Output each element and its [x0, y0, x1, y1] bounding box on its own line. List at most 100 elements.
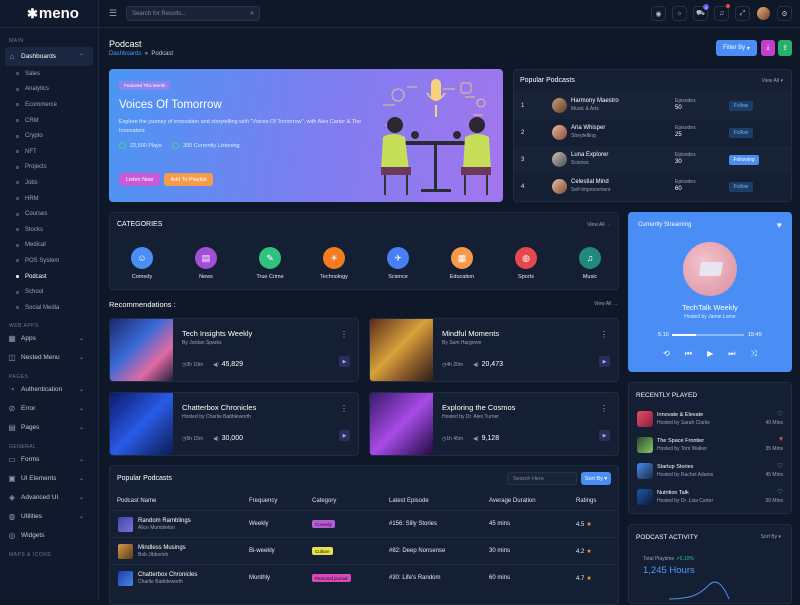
table-row[interactable]: Random Ramblings Alice Mumbleton Weekly Com…	[110, 510, 618, 537]
play-button[interactable]: ▶	[339, 356, 350, 367]
follow-button[interactable]: Follow	[729, 127, 753, 138]
sidebar-subitem-nft[interactable]: NFT	[0, 144, 98, 160]
heart-icon[interactable]: ♥	[779, 436, 783, 443]
filter-by-button[interactable]: Filter By ▾	[716, 40, 757, 56]
more-options-icon[interactable]: ⋮	[600, 330, 608, 339]
recently-played-item[interactable]: Innovate & Elevate Hosted by Sarah Clarke…	[629, 408, 791, 434]
sidebar-subitem-jobs[interactable]: Jobs	[0, 175, 98, 191]
table-search-input[interactable]: Search Here	[507, 472, 577, 485]
sidebar-subitem-sales[interactable]: Sales	[0, 66, 98, 82]
recommendations-view-all[interactable]: View All →	[594, 301, 618, 307]
shuffle-icon[interactable]: ⤨	[750, 349, 756, 359]
heart-icon[interactable]: ♡	[777, 410, 783, 418]
categories-view-all[interactable]: View All →	[587, 222, 611, 228]
play-icon[interactable]: ▶	[707, 349, 713, 359]
progress-track[interactable]	[672, 334, 744, 336]
more-options-icon[interactable]: ⋮	[340, 404, 348, 413]
add-to-playlist-button[interactable]: Add To Playlist	[164, 173, 213, 186]
recently-played-item[interactable]: The Space Frontier Hosted by Tom Walker 35…	[629, 434, 791, 460]
sidebar-subitem-crypto[interactable]: Crypto	[0, 128, 98, 144]
sidebar-subitem-courses[interactable]: Courses	[0, 206, 98, 222]
activity-sort-button[interactable]: Sort By ▾	[761, 534, 781, 540]
cart-icon[interactable]: ⛟ 4	[693, 4, 709, 21]
previous-icon[interactable]: ⏮	[685, 349, 692, 359]
sidebar-item-advanced-ui[interactable]: ◈ Advanced UI ⌄	[0, 488, 98, 507]
sidebar-item-apps[interactable]: ▦ Apps ⌄	[0, 329, 98, 348]
notification-bell-icon[interactable]: ♫	[714, 4, 730, 21]
sidebar-subitem-analytics[interactable]: Analytics	[0, 82, 98, 98]
recommendation-card[interactable]: Exploring the Cosmos Hosted by Dr. Alex T…	[369, 392, 619, 456]
app-logo[interactable]: ✱ meno	[0, 0, 98, 28]
sidebar-subitem-social-media[interactable]: Social Media	[0, 300, 98, 316]
podcaster-name[interactable]: Aria Whisper	[571, 125, 605, 131]
breadcrumb-link[interactable]: Dashboards	[109, 51, 141, 57]
sidebar-item-error[interactable]: ⊘ Error ⌄	[0, 399, 98, 418]
recommendation-card[interactable]: Chatterbox Chronicles Hosted by Charlie B…	[109, 392, 359, 456]
sidebar-item-widgets[interactable]: ◎ Widgets	[0, 526, 98, 545]
podcaster-name[interactable]: Celestial Mind	[571, 179, 609, 185]
play-button[interactable]: ▶	[599, 430, 610, 441]
sidebar-item-utilities[interactable]: ◍ Utilities ⌄	[0, 507, 98, 526]
heart-icon[interactable]: ♥	[777, 220, 782, 230]
category-music[interactable]: ♫ Music	[570, 247, 610, 280]
listen-now-button[interactable]: Listen Now	[119, 173, 160, 186]
more-options-icon[interactable]: ⋮	[340, 330, 348, 339]
table-row[interactable]: Mindless Musings Bob Jibberish Bi-weekly Cu…	[110, 537, 618, 564]
user-avatar-button[interactable]	[756, 6, 771, 21]
view-all-link[interactable]: View All ▾	[762, 78, 783, 84]
table-row[interactable]: Chatterbox Chronicles Charlie Babbleworth…	[110, 564, 618, 591]
repeat-icon[interactable]: ⟲	[663, 349, 670, 359]
search-input[interactable]: Search for Results... ⌕	[126, 6, 261, 21]
next-icon[interactable]: ⏭	[728, 349, 735, 359]
sidebar-subitem-projects[interactable]: Projects	[0, 160, 98, 176]
menu-toggle-icon[interactable]: ☰	[109, 8, 117, 19]
share-button[interactable]: ⇪	[778, 40, 792, 56]
recently-played-item[interactable]: Nutrition Talk Hosted by Dr. Lisa Carter 5…	[629, 486, 791, 512]
sidebar-subitem-podcast[interactable]: Podcast	[0, 269, 98, 285]
recommendation-card[interactable]: Tech Insights Weekly By Jordan Sparks ◷ 3h…	[109, 318, 359, 382]
play-button[interactable]: ▶	[599, 356, 610, 367]
recommendation-card[interactable]: Mindful Moments By Sam Hargrove ◷ 4h 20m ◀)…	[369, 318, 619, 382]
play-button[interactable]: ▶	[339, 430, 350, 441]
category-education[interactable]: ▦ Education	[442, 247, 482, 280]
sidebar-item-ui-elements[interactable]: ▣ UI Elements ⌄	[0, 469, 98, 488]
category-news[interactable]: ▤ News	[186, 247, 226, 280]
language-icon[interactable]: ◉	[651, 6, 666, 21]
category-science[interactable]: ✈ Science	[378, 247, 418, 280]
category-sports[interactable]: ◍ Sports	[506, 247, 546, 280]
follow-button[interactable]: Following	[729, 154, 759, 165]
category-technology[interactable]: ☀ Technology	[314, 247, 354, 280]
sidebar-item-nested-menu[interactable]: ◫ Nested Menu ⌄	[0, 348, 98, 367]
sidebar-item-pages[interactable]: ▤ Pages ⌄	[0, 418, 98, 437]
podcaster-name[interactable]: Luna Explorer	[571, 152, 608, 158]
more-options-icon[interactable]: ⋮	[600, 404, 608, 413]
settings-gear-icon[interactable]: ⚙	[777, 6, 792, 21]
follow-button[interactable]: Follow	[729, 181, 753, 192]
sidebar-subitem-stocks[interactable]: Stocks	[0, 222, 98, 238]
sidebar-subitem-label: NFT	[25, 148, 37, 155]
sidebar-subitem-hrm[interactable]: HRM	[0, 191, 98, 207]
podcast-activity-card: PODCAST ACTIVITY Sort By ▾ Total Playtim…	[628, 524, 792, 604]
theme-toggle-icon[interactable]: ☼	[672, 6, 687, 21]
sidebar-item-dashboards[interactable]: ⌂ Dashboards ⌃	[5, 47, 93, 66]
sidebar-subitem-school[interactable]: School	[0, 284, 98, 300]
heart-icon[interactable]: ♡	[777, 488, 783, 496]
download-button[interactable]: ⤓	[761, 40, 775, 56]
podcaster-name[interactable]: Harmony Maestro	[571, 98, 619, 104]
follow-button[interactable]: Follow	[729, 100, 753, 111]
fullscreen-icon[interactable]: ⤢	[735, 6, 750, 21]
category-comedy[interactable]: ☺ Comedy	[122, 247, 162, 280]
sidebar-subitem-ecommerce[interactable]: Ecommerce	[0, 97, 98, 113]
sidebar-item-forms[interactable]: ▭ Forms ⌄	[0, 450, 98, 469]
sidebar-subitem-crm[interactable]: CRM	[0, 113, 98, 129]
bullet-icon	[16, 197, 19, 201]
sidebar-subitem-pos-system[interactable]: POS System	[0, 253, 98, 269]
category-true-crime[interactable]: ✎ True Crime	[250, 247, 290, 280]
recommendation-title: Mindful Moments	[442, 329, 500, 338]
sort-by-button[interactable]: Sort By ▾	[581, 472, 611, 485]
sidebar-item-authentication[interactable]: ◔ Authentication ⌄	[0, 380, 98, 399]
sidebar-subitem-medical[interactable]: Medical	[0, 238, 98, 254]
heart-icon[interactable]: ♡	[777, 462, 783, 470]
science-icon: ✈	[387, 247, 409, 269]
recently-played-item[interactable]: Startup Stories Hosted by Rachel Adams 45 …	[629, 460, 791, 486]
